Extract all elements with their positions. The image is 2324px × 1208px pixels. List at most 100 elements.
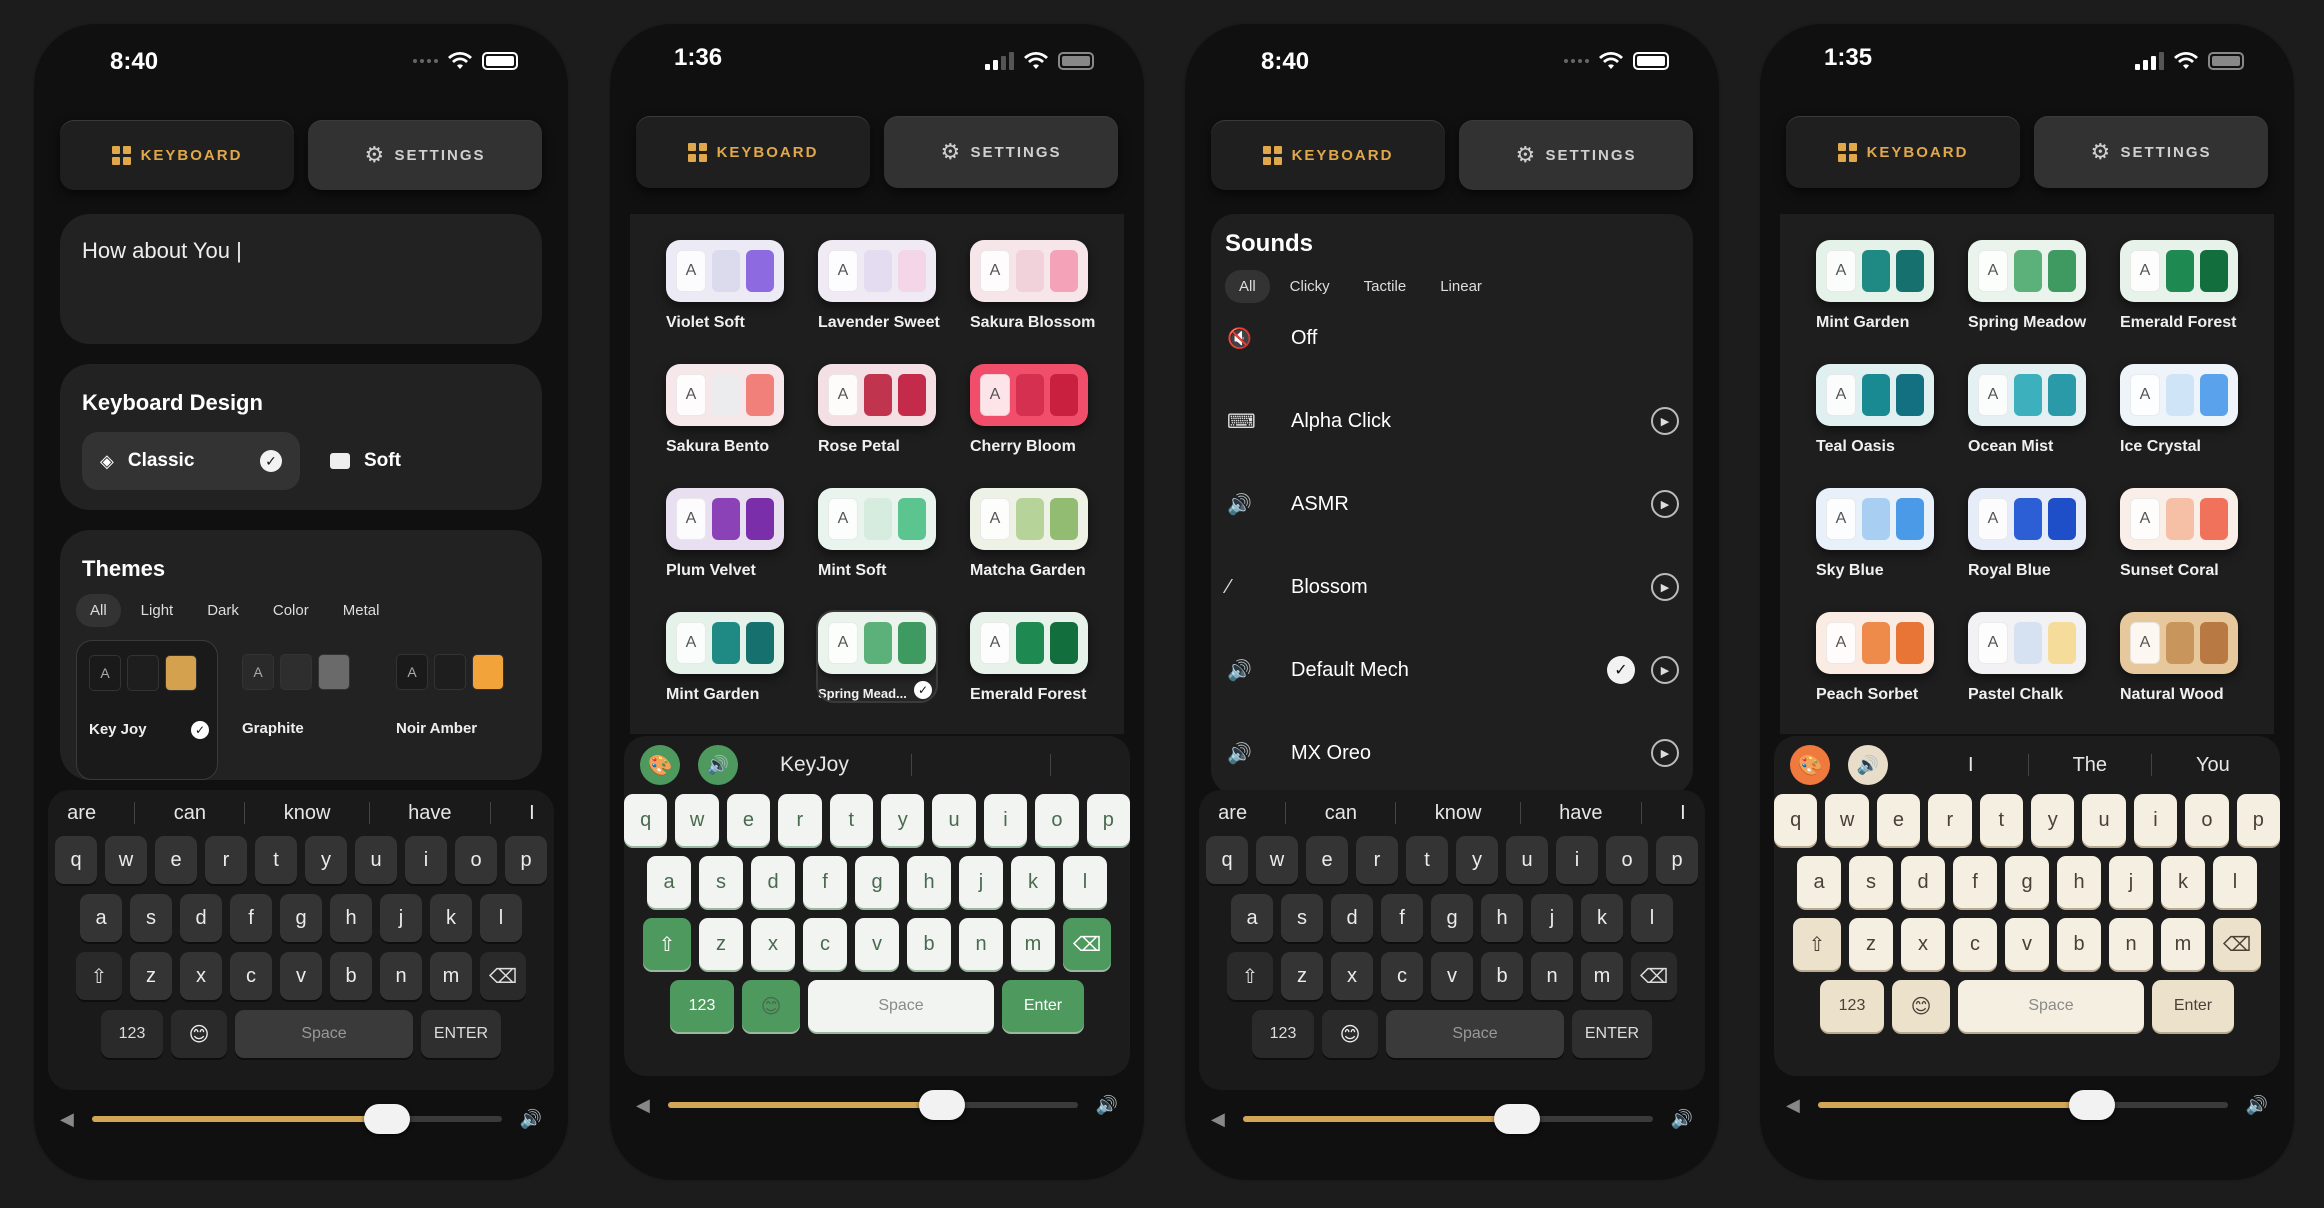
key-g[interactable]: g — [855, 856, 899, 908]
key-i[interactable]: i — [1556, 836, 1598, 884]
palette-button[interactable]: 🎨 — [1790, 745, 1830, 785]
suggestion[interactable]: know — [284, 802, 331, 825]
key-a[interactable]: a — [647, 856, 691, 908]
key-l[interactable]: l — [480, 894, 522, 942]
design-option-soft[interactable]: Soft — [330, 432, 401, 490]
filter-linear[interactable]: Linear — [1426, 270, 1496, 303]
tab-settings[interactable]: ⚙ SETTINGS — [884, 116, 1118, 188]
key-123[interactable]: 123 — [670, 980, 734, 1032]
key-h[interactable]: h — [330, 894, 372, 942]
suggestion[interactable]: have — [1559, 802, 1602, 825]
filter-metal[interactable]: Metal — [329, 594, 394, 627]
sound-row[interactable]: 🔇 Off — [1211, 310, 1693, 366]
key-j[interactable]: j — [2109, 856, 2153, 908]
key-t[interactable]: t — [1406, 836, 1448, 884]
key-v[interactable]: v — [855, 918, 899, 970]
theme-card[interactable]: A Graphite — [230, 640, 372, 780]
key-n[interactable]: n — [380, 952, 422, 1000]
suggestion[interactable]: know — [1435, 802, 1482, 825]
theme-tile[interactable]: A Peach Sorbet — [1816, 612, 1934, 704]
enter-key[interactable]: Enter — [2152, 980, 2234, 1032]
key-w[interactable]: w — [105, 836, 147, 884]
key-v[interactable]: v — [280, 952, 322, 1000]
theme-tile[interactable]: A Sakura Bento — [666, 364, 784, 456]
suggestion[interactable]: KeyJoy — [780, 753, 849, 777]
key-e[interactable]: e — [155, 836, 197, 884]
key-g[interactable]: g — [280, 894, 322, 942]
backspace-key-icon[interactable]: ⌫ — [1631, 952, 1677, 1000]
key-h[interactable]: h — [1481, 894, 1523, 942]
key-r[interactable]: r — [778, 794, 822, 846]
key-p[interactable]: p — [2236, 794, 2281, 846]
key-w[interactable]: w — [1256, 836, 1298, 884]
key-u[interactable]: u — [1506, 836, 1548, 884]
key-z[interactable]: z — [699, 918, 743, 970]
key-k[interactable]: k — [1011, 856, 1055, 908]
tab-keyboard[interactable]: KEYBOARD — [1786, 116, 2020, 188]
key-t[interactable]: t — [1979, 794, 2023, 846]
backspace-key-icon[interactable]: ⌫ — [1063, 918, 1111, 970]
key-k[interactable]: k — [2161, 856, 2205, 908]
theme-tile[interactable]: A Sunset Coral — [2120, 488, 2238, 580]
key-g[interactable]: g — [2005, 856, 2049, 908]
key-o[interactable]: o — [1606, 836, 1648, 884]
key-c[interactable]: c — [1381, 952, 1423, 1000]
tab-settings[interactable]: ⚙ SETTINGS — [1459, 120, 1693, 190]
key-y[interactable]: y — [305, 836, 347, 884]
volume-slider[interactable]: ◀ 🔊 — [1786, 1090, 2268, 1120]
enter-key[interactable]: Enter — [1002, 980, 1084, 1032]
suggestion[interactable]: The — [2073, 754, 2107, 777]
key-v[interactable]: v — [1431, 952, 1473, 1000]
key-t[interactable]: t — [829, 794, 873, 846]
key-i[interactable]: i — [983, 794, 1028, 846]
key-o[interactable]: o — [455, 836, 497, 884]
theme-tile[interactable]: A Violet Soft — [666, 240, 784, 332]
theme-tile[interactable]: A Sakura Blossom — [970, 240, 1095, 332]
suggestion[interactable]: have — [408, 802, 451, 825]
key-j[interactable]: j — [1531, 894, 1573, 942]
key-l[interactable]: l — [2213, 856, 2257, 908]
suggestion[interactable]: You — [2196, 754, 2230, 777]
theme-tile[interactable]: A Emerald Forest — [2120, 240, 2238, 332]
key-z[interactable]: z — [1281, 952, 1323, 1000]
suggestion[interactable]: can — [174, 802, 206, 825]
key-n[interactable]: n — [1531, 952, 1573, 1000]
tab-settings[interactable]: ⚙ SETTINGS — [2034, 116, 2268, 188]
tab-settings[interactable]: ⚙ SETTINGS — [308, 120, 542, 190]
palette-button[interactable]: 🎨 — [640, 745, 680, 785]
filter-tactile[interactable]: Tactile — [1350, 270, 1421, 303]
theme-tile[interactable]: A Ice Crystal — [2120, 364, 2238, 456]
key-p[interactable]: p — [505, 836, 547, 884]
key-k[interactable]: k — [1581, 894, 1623, 942]
key-h[interactable]: h — [907, 856, 951, 908]
key-d[interactable]: d — [751, 856, 795, 908]
theme-tile[interactable]: A Mint Soft — [818, 488, 936, 580]
theme-tile[interactable]: A Mint Garden — [1816, 240, 1934, 332]
slider-thumb[interactable] — [1494, 1104, 1541, 1134]
key-f[interactable]: f — [803, 856, 847, 908]
key-i[interactable]: i — [405, 836, 447, 884]
tab-keyboard[interactable]: KEYBOARD — [636, 116, 870, 188]
key-o[interactable]: o — [1035, 794, 1079, 846]
space-key[interactable]: Space — [235, 1010, 413, 1058]
play-icon[interactable]: ▶ — [1651, 490, 1679, 518]
key-c[interactable]: c — [1953, 918, 1997, 970]
theme-tile[interactable]: A Cherry Bloom — [970, 364, 1088, 456]
sound-row[interactable]: 🔊 ASMR ▶ — [1211, 476, 1693, 532]
suggestion[interactable]: can — [1325, 802, 1357, 825]
key-a[interactable]: a — [1231, 894, 1273, 942]
play-icon[interactable]: ▶ — [1651, 573, 1679, 601]
key-w[interactable]: w — [675, 794, 719, 846]
theme-tile[interactable]: A Mint Garden — [666, 612, 784, 704]
key-w[interactable]: w — [1825, 794, 1869, 846]
theme-tile[interactable]: A Rose Petal — [818, 364, 936, 456]
theme-tile[interactable]: A Emerald Forest — [970, 612, 1088, 704]
key-m[interactable]: m — [430, 952, 472, 1000]
key-e[interactable]: e — [1306, 836, 1348, 884]
sound-row[interactable]: 🔊 MX Oreo ▶ — [1211, 725, 1693, 781]
key-x[interactable]: x — [1331, 952, 1373, 1000]
key-i[interactable]: i — [2133, 794, 2178, 846]
sound-button[interactable]: 🔊 — [1848, 745, 1888, 785]
key-u[interactable]: u — [932, 794, 976, 846]
key-b[interactable]: b — [330, 952, 372, 1000]
